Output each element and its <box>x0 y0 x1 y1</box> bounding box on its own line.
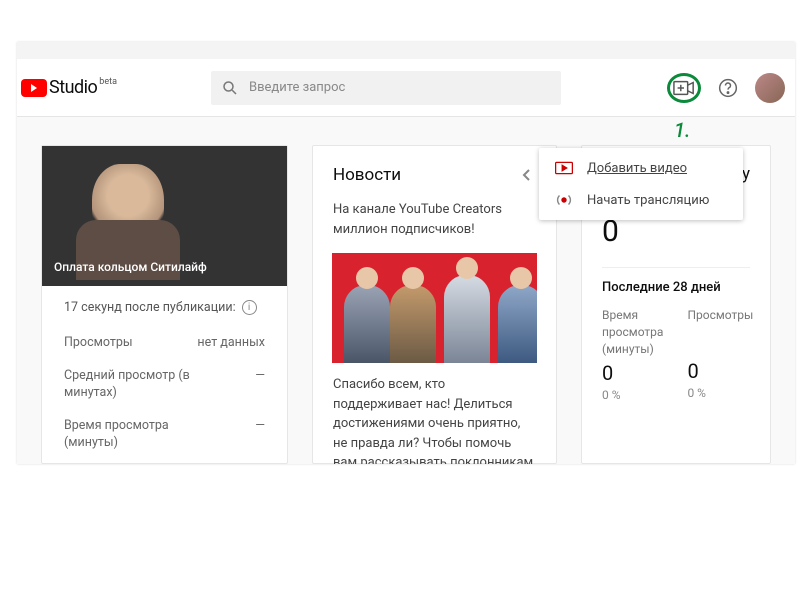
info-icon[interactable]: i <box>242 300 257 315</box>
news-body-text: Спасибо всем, кто поддерживает нас! Дели… <box>333 375 536 464</box>
youtube-icon <box>21 79 47 97</box>
news-prev[interactable] <box>518 164 536 186</box>
create-button-highlight <box>667 73 701 103</box>
stat-watch: Время просмотра (минуты) — <box>64 410 265 460</box>
stat-views: Просмотры нет данных <box>64 327 265 360</box>
help-button[interactable] <box>715 75 741 101</box>
live-icon <box>555 191 573 209</box>
avatar[interactable] <box>755 73 785 103</box>
menu-go-live[interactable]: Начать трансляцию <box>539 184 743 216</box>
menu-upload-label: Добавить видео <box>587 161 687 176</box>
metric-watchtime: Время просмотра (минуты) 0 0 % <box>602 307 663 402</box>
search-icon <box>221 79 239 97</box>
create-dropdown: Добавить видео Начать трансляцию <box>539 148 743 220</box>
search-placeholder: Введите запрос <box>249 80 345 95</box>
period-label: Последние 28 дней <box>602 280 750 295</box>
news-heading: Новости <box>333 165 401 185</box>
video-title: Оплата кольцом Ситилайф <box>54 260 207 274</box>
news-card: Новости На канале YouTube Creators милли… <box>312 145 557 464</box>
app-header: Studio beta Введите запрос <box>17 59 795 117</box>
video-age: 17 секунд после публикации: <box>64 300 236 315</box>
menu-upload-video[interactable]: Добавить видео <box>539 152 743 184</box>
search-input[interactable]: Введите запрос <box>211 71 561 105</box>
video-thumbnail[interactable]: Оплата кольцом Ситилайф <box>42 146 287 286</box>
upload-video-icon <box>555 159 573 177</box>
create-button[interactable] <box>671 75 697 101</box>
metric-views: Просмотры 0 0 % <box>687 307 753 402</box>
menu-live-label: Начать трансляцию <box>587 193 709 208</box>
news-headline: На канале YouTube Creators миллион подпи… <box>333 200 536 239</box>
logo-text: Studio <box>49 77 97 98</box>
beta-tag: beta <box>99 77 117 87</box>
logo[interactable]: Studio beta <box>21 77 117 98</box>
stat-avg: Средний просмотр (в минутах) — <box>64 360 265 410</box>
news-image <box>332 253 537 363</box>
latest-video-card: Оплата кольцом Ситилайф 17 секунд после … <box>41 145 288 464</box>
